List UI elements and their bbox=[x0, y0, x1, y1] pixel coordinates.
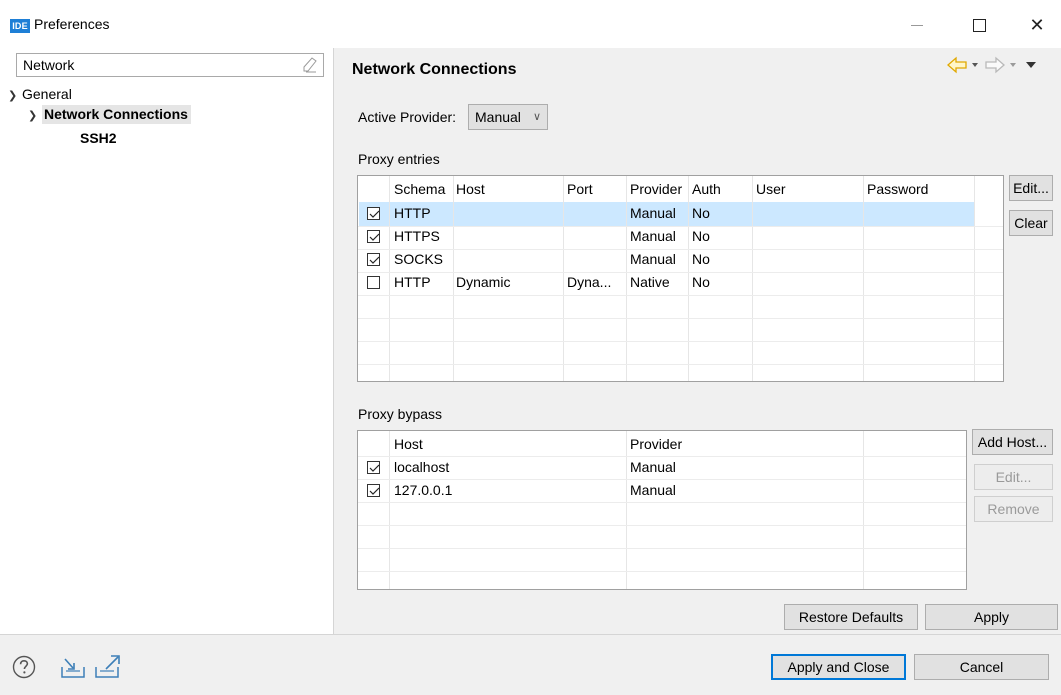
column-header-user[interactable]: User bbox=[756, 181, 786, 197]
cell-host: Dynamic bbox=[456, 274, 511, 290]
column-header-schema[interactable]: Schema bbox=[394, 181, 445, 197]
tree-item-ssh2[interactable]: SSH2 bbox=[80, 130, 117, 146]
cancel-button[interactable]: Cancel bbox=[914, 654, 1049, 680]
cell-schema: HTTP bbox=[394, 205, 431, 221]
cell-auth: No bbox=[692, 228, 710, 244]
cell-host: 127.0.0.1 bbox=[394, 482, 453, 498]
chevron-down-icon[interactable]: ❯ bbox=[28, 109, 42, 122]
column-header-provider[interactable]: Provider bbox=[630, 181, 682, 197]
filter-field[interactable] bbox=[16, 53, 324, 77]
column-header-host[interactable]: Host bbox=[456, 181, 485, 197]
chevron-down-icon[interactable]: ❯ bbox=[8, 89, 22, 102]
cell-auth: No bbox=[692, 251, 710, 267]
edit-bypass-button[interactable]: Edit... bbox=[974, 464, 1053, 490]
proxy-bypass-label: Proxy bypass bbox=[358, 406, 443, 422]
cell-provider: Manual bbox=[630, 459, 676, 475]
page-title: Network Connections bbox=[352, 61, 517, 78]
row-checkbox[interactable] bbox=[367, 461, 380, 474]
close-button[interactable]: ✕ bbox=[1014, 10, 1060, 40]
row-checkbox[interactable] bbox=[367, 276, 380, 289]
edit-proxy-button[interactable]: Edit... bbox=[1009, 175, 1053, 201]
maximize-button[interactable] bbox=[956, 10, 1002, 40]
cell-provider: Manual bbox=[630, 251, 676, 267]
export-icon[interactable] bbox=[94, 653, 124, 679]
cell-provider: Manual bbox=[630, 482, 676, 498]
row-checkbox[interactable] bbox=[367, 253, 380, 266]
clear-proxy-button[interactable]: Clear bbox=[1009, 210, 1053, 236]
title-bar: IDE Preferences ✕ bbox=[0, 0, 1061, 48]
cell-host: localhost bbox=[394, 459, 450, 475]
tree-item-label: General bbox=[22, 86, 72, 102]
cell-provider: Manual bbox=[630, 205, 676, 221]
cell-schema: HTTP bbox=[394, 274, 431, 290]
back-history-dropdown-icon[interactable] bbox=[972, 63, 978, 67]
column-header-host[interactable]: Host bbox=[394, 436, 423, 452]
minimize-button[interactable] bbox=[894, 10, 940, 40]
active-provider-label: Active Provider: bbox=[358, 109, 457, 125]
active-provider-value: Manual bbox=[475, 109, 521, 125]
back-arrow-icon[interactable] bbox=[947, 56, 967, 74]
app-logo-icon: IDE bbox=[10, 19, 30, 33]
proxy-entries-label: Proxy entries bbox=[358, 151, 440, 167]
remove-bypass-button[interactable]: Remove bbox=[974, 496, 1053, 522]
proxy-entries-table[interactable]: Schema Host Port Provider Auth User Pass… bbox=[357, 175, 1004, 382]
tree-item-network-connections[interactable]: ❯ Network Connections bbox=[28, 105, 191, 124]
tree-item-general[interactable]: ❯ General bbox=[8, 86, 72, 102]
column-header-auth[interactable]: Auth bbox=[692, 181, 721, 197]
cell-provider: Manual bbox=[630, 228, 676, 244]
preference-tree-pane: ❯General ❯Network Connections SSH2 bbox=[0, 48, 334, 634]
row-checkbox[interactable] bbox=[367, 484, 380, 497]
add-host-button[interactable]: Add Host... bbox=[972, 429, 1053, 455]
view-menu-icon[interactable] bbox=[1026, 62, 1036, 68]
column-header-password[interactable]: Password bbox=[867, 181, 928, 197]
cell-auth: No bbox=[692, 274, 710, 290]
column-header-provider[interactable]: Provider bbox=[630, 436, 682, 452]
column-header-port[interactable]: Port bbox=[567, 181, 593, 197]
row-checkbox[interactable] bbox=[367, 207, 380, 220]
apply-and-close-button[interactable]: Apply and Close bbox=[771, 654, 906, 680]
tree-item-label: SSH2 bbox=[80, 130, 117, 146]
restore-defaults-button[interactable]: Restore Defaults bbox=[784, 604, 918, 630]
row-checkbox[interactable] bbox=[367, 230, 380, 243]
filter-input[interactable] bbox=[23, 56, 293, 74]
forward-history-dropdown-icon[interactable] bbox=[1010, 63, 1016, 67]
chevron-down-icon: ∨ bbox=[532, 111, 541, 123]
clear-filter-icon[interactable] bbox=[303, 57, 317, 73]
forward-arrow-icon[interactable] bbox=[985, 56, 1005, 74]
import-icon[interactable] bbox=[60, 655, 88, 679]
tree-item-label: Network Connections bbox=[42, 105, 191, 124]
cell-provider: Native bbox=[630, 274, 670, 290]
cell-schema: HTTPS bbox=[394, 228, 440, 244]
cell-auth: No bbox=[692, 205, 710, 221]
cell-port: Dyna... bbox=[567, 274, 612, 290]
active-provider-dropdown[interactable]: Manual ∨ bbox=[468, 104, 548, 130]
help-icon[interactable] bbox=[12, 655, 36, 679]
cell-schema: SOCKS bbox=[394, 251, 444, 267]
window-title: Preferences bbox=[34, 16, 110, 32]
page-navigation bbox=[946, 54, 1056, 76]
apply-button[interactable]: Apply bbox=[925, 604, 1058, 630]
proxy-bypass-table[interactable]: Host Provider localhost Manual 127.0.0.1… bbox=[357, 430, 967, 590]
